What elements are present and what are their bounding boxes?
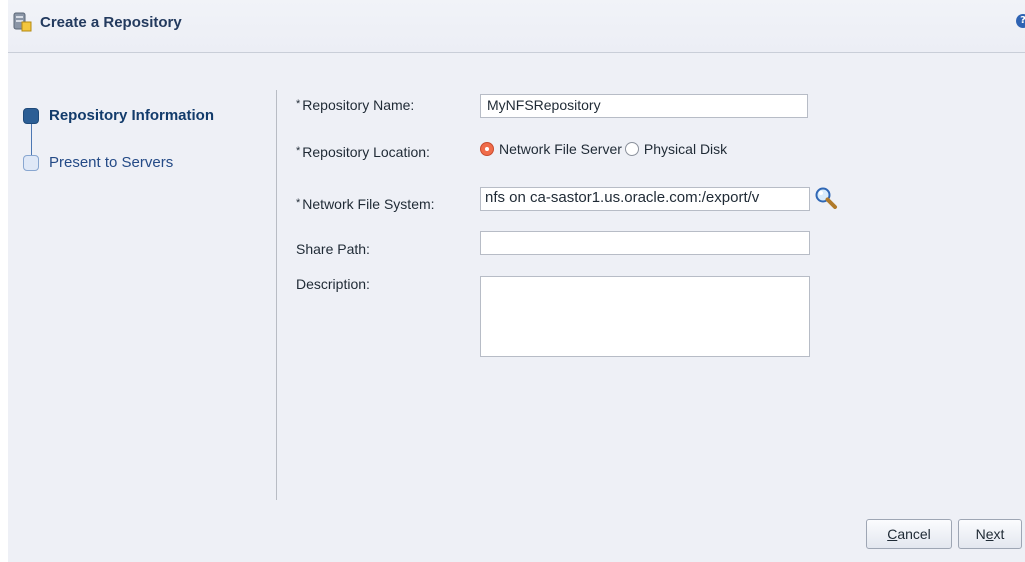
help-icon[interactable]: ? [1016, 14, 1025, 28]
required-marker: * [296, 145, 301, 157]
repository-icon [13, 12, 32, 32]
required-marker: * [296, 197, 301, 209]
physical-disk-radio[interactable] [624, 142, 639, 156]
repository-location-label: * Repository Location: [296, 144, 430, 160]
dialog-title: Create a Repository [40, 14, 182, 31]
required-marker: * [296, 98, 301, 110]
magnifier-icon[interactable] [814, 187, 838, 209]
next-button[interactable]: Next [958, 519, 1022, 549]
physical-disk-label[interactable]: Physical Disk [644, 141, 727, 157]
pending-step-marker [23, 155, 39, 171]
network-file-server-radio[interactable] [480, 142, 494, 156]
repository-name-input[interactable]: MyNFSRepository [480, 94, 808, 118]
cancel-button[interactable]: Cancel [866, 519, 952, 549]
repository-location-radio-group: Network File Server Physical Disk [480, 141, 730, 157]
dialog-header: Create a Repository ? [8, 0, 1025, 53]
current-step-marker [23, 108, 39, 124]
panel-divider [276, 90, 277, 500]
description-label: Description: [296, 276, 370, 292]
step-label: Repository Information [49, 107, 215, 124]
repository-name-label: * Repository Name: [296, 97, 415, 113]
network-file-system-label: * Network File System: [296, 196, 435, 212]
step-label: Present to Servers [49, 154, 174, 171]
description-textarea[interactable] [480, 276, 810, 357]
network-file-server-label[interactable]: Network File Server [499, 141, 622, 157]
create-repository-dialog: Create a Repository ? Repository Informa… [8, 0, 1025, 562]
share-path-input[interactable] [480, 231, 810, 255]
share-path-label: Share Path: [296, 241, 370, 257]
network-file-system-input[interactable]: nfs on ca-sastor1.us.oracle.com:/export/… [480, 187, 810, 211]
train-connector [31, 118, 32, 160]
